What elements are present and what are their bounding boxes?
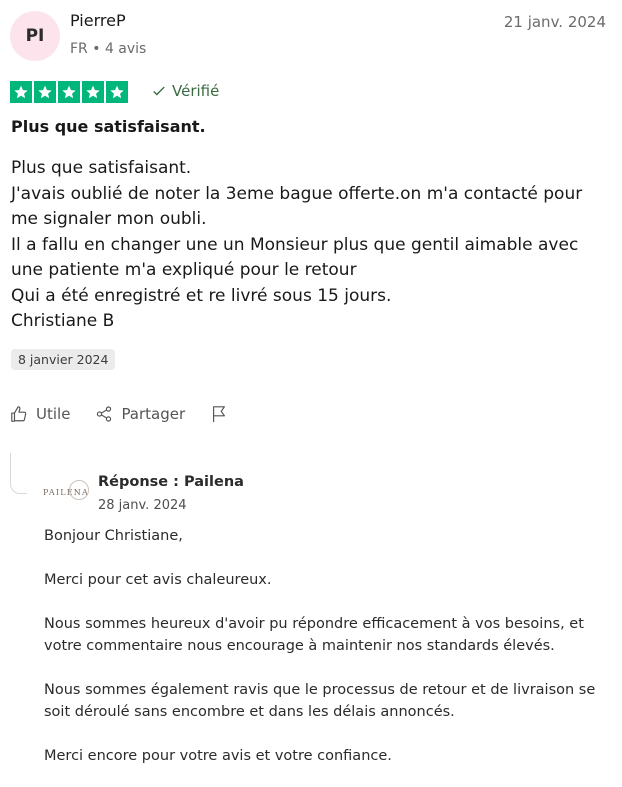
review-body-line: Plus que satisfaisant. bbox=[11, 158, 192, 178]
avatar[interactable]: PI bbox=[10, 11, 60, 61]
company-logo[interactable]: PAILENA bbox=[43, 474, 89, 510]
review-body: Plus que satisfaisant. J'avais oublié de… bbox=[11, 156, 611, 335]
reply-date: 28 janv. 2024 bbox=[98, 498, 187, 513]
review-date: 21 janv. 2024 bbox=[503, 13, 606, 31]
reply-paragraph: Bonjour Christiane, bbox=[44, 528, 183, 544]
reply-connector bbox=[10, 453, 27, 494]
reply-title: Réponse : Pailena bbox=[98, 474, 244, 490]
useful-button[interactable]: Utile bbox=[10, 405, 70, 423]
star-icon bbox=[34, 81, 56, 103]
reviewer-meta: FR • 4 avis bbox=[70, 41, 147, 57]
share-icon bbox=[97, 406, 112, 422]
reply-paragraph: Nous sommes heureux d'avoir pu répondre … bbox=[44, 616, 584, 654]
review-title: Plus que satisfaisant. bbox=[11, 117, 206, 136]
reply-paragraph: Merci pour cet avis chaleureux. bbox=[44, 572, 272, 588]
checkmark-icon bbox=[153, 86, 165, 96]
experience-date-badge: 8 janvier 2024 bbox=[11, 349, 116, 370]
star-icon bbox=[82, 81, 104, 103]
verified-label: Vérifié bbox=[172, 82, 220, 100]
reply-paragraph: Nous sommes également ravis que le proce… bbox=[44, 682, 596, 720]
report-button[interactable] bbox=[210, 405, 228, 423]
verified-badge[interactable]: Vérifié bbox=[152, 82, 219, 100]
useful-label: Utile bbox=[36, 405, 71, 423]
star-rating bbox=[10, 81, 128, 103]
reply-body: Bonjour Christiane, Merci pour cet avis … bbox=[44, 525, 604, 767]
share-label: Partager bbox=[121, 405, 186, 423]
review-actions: Utile Partager bbox=[10, 405, 253, 423]
review-body-line: J'avais oublié de noter la 3eme bague of… bbox=[11, 183, 583, 230]
star-icon bbox=[106, 81, 128, 103]
review-body-line: Christiane B bbox=[11, 311, 115, 331]
review-body-line: Il a fallu en changer une un Monsieur pl… bbox=[11, 234, 579, 281]
reviewer-name[interactable]: PierreP bbox=[70, 11, 126, 30]
flag-icon bbox=[213, 406, 226, 423]
star-icon bbox=[58, 81, 80, 103]
star-icon bbox=[10, 81, 32, 103]
share-button[interactable]: Partager bbox=[95, 405, 185, 423]
thumbs-up-icon bbox=[11, 406, 27, 422]
review-body-line: Qui a été enregistré et re livré sous 15… bbox=[11, 285, 392, 306]
reply-paragraph: Merci encore pour votre avis et votre co… bbox=[44, 748, 392, 764]
